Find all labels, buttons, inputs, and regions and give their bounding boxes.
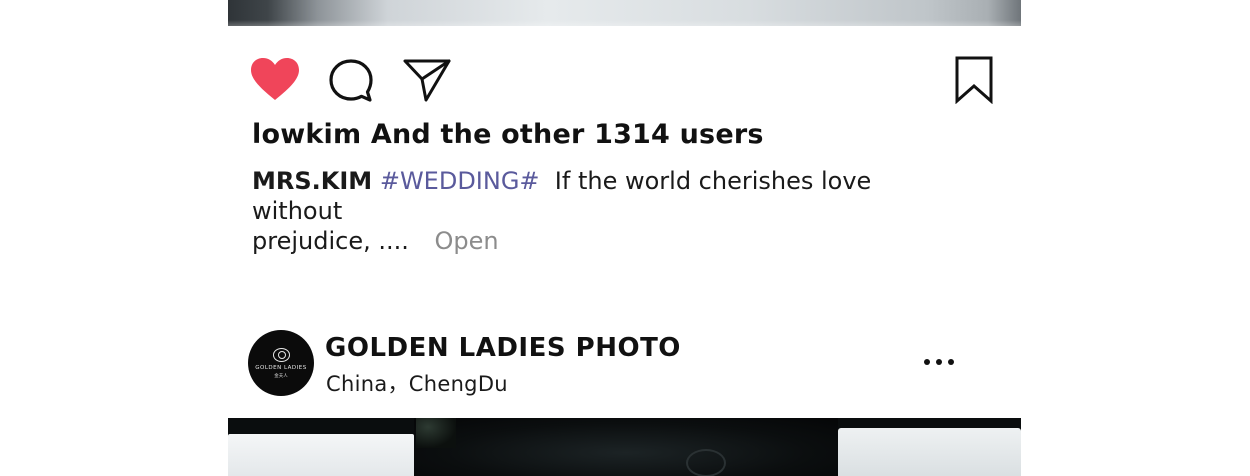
caption-hashtag[interactable]: #WEDDING# bbox=[380, 167, 540, 195]
caption-username[interactable]: MRS.KIM bbox=[252, 167, 372, 195]
image-emblem bbox=[686, 449, 726, 476]
feed-page: lowkim And the other 1314 users MRS.KIM … bbox=[0, 0, 1250, 476]
likes-summary[interactable]: lowkim And the other 1314 users bbox=[252, 119, 764, 150]
logo-emblem-icon bbox=[273, 348, 290, 362]
image-background bbox=[414, 418, 838, 476]
account-name[interactable]: GOLDEN LADIES PHOTO bbox=[325, 333, 681, 363]
image-right-panel bbox=[838, 428, 1021, 476]
comment-icon[interactable] bbox=[328, 58, 374, 104]
post-image-previous[interactable] bbox=[228, 0, 1021, 26]
caption-text-line2: prejudice, .... bbox=[252, 227, 409, 255]
account-avatar[interactable]: GOLDEN LADIES 金夫人 bbox=[248, 330, 314, 396]
avatar-logo-sub: 金夫人 bbox=[274, 374, 288, 379]
image-left-panel bbox=[228, 434, 414, 476]
dot bbox=[924, 359, 930, 365]
dot bbox=[936, 359, 942, 365]
post-image-next[interactable] bbox=[228, 418, 1021, 476]
bookmark-icon[interactable] bbox=[954, 56, 994, 104]
dot bbox=[948, 359, 954, 365]
caption-open-link[interactable]: Open bbox=[435, 227, 499, 255]
send-icon[interactable] bbox=[402, 57, 452, 103]
image-foliage bbox=[416, 418, 456, 448]
like-heart-icon[interactable] bbox=[250, 57, 300, 103]
avatar-logo-text: GOLDEN LADIES bbox=[255, 365, 307, 371]
account-location[interactable]: China，ChengDu bbox=[326, 368, 508, 398]
post-caption: MRS.KIM #WEDDING# If the world cherishes… bbox=[252, 166, 952, 256]
more-dots-icon[interactable] bbox=[924, 352, 954, 372]
